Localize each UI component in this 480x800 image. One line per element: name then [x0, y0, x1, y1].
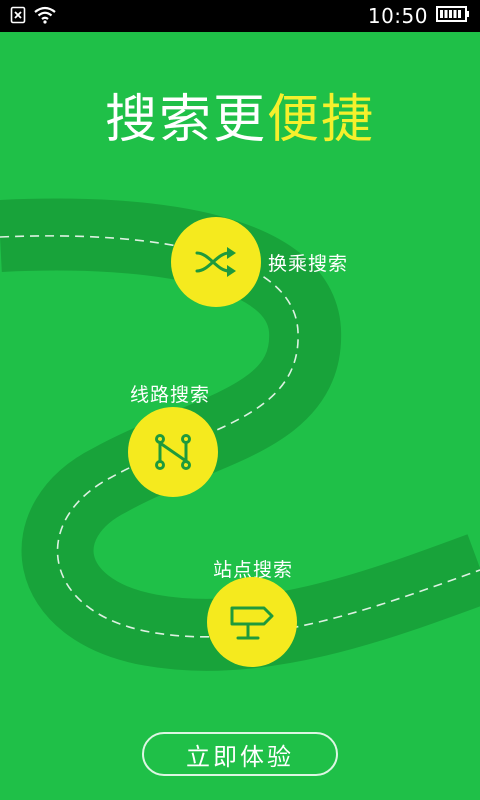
- road-illustration: [0, 198, 480, 671]
- route-search-node[interactable]: [128, 407, 218, 497]
- transfer-search-label: 换乘搜索: [268, 253, 349, 275]
- intro-screen: 10:50 搜索更便捷 换乘搜索 线路搜索 站点搜索 立即体验: [0, 0, 480, 800]
- station-search-node[interactable]: [207, 577, 297, 667]
- try-now-button[interactable]: 立即体验: [142, 732, 338, 776]
- route-icon: [151, 430, 195, 474]
- signpost-icon: [228, 600, 276, 644]
- route-search-label: 线路搜索: [130, 384, 211, 406]
- transfer-search-node[interactable]: [171, 217, 261, 307]
- shuffle-icon: [193, 242, 239, 282]
